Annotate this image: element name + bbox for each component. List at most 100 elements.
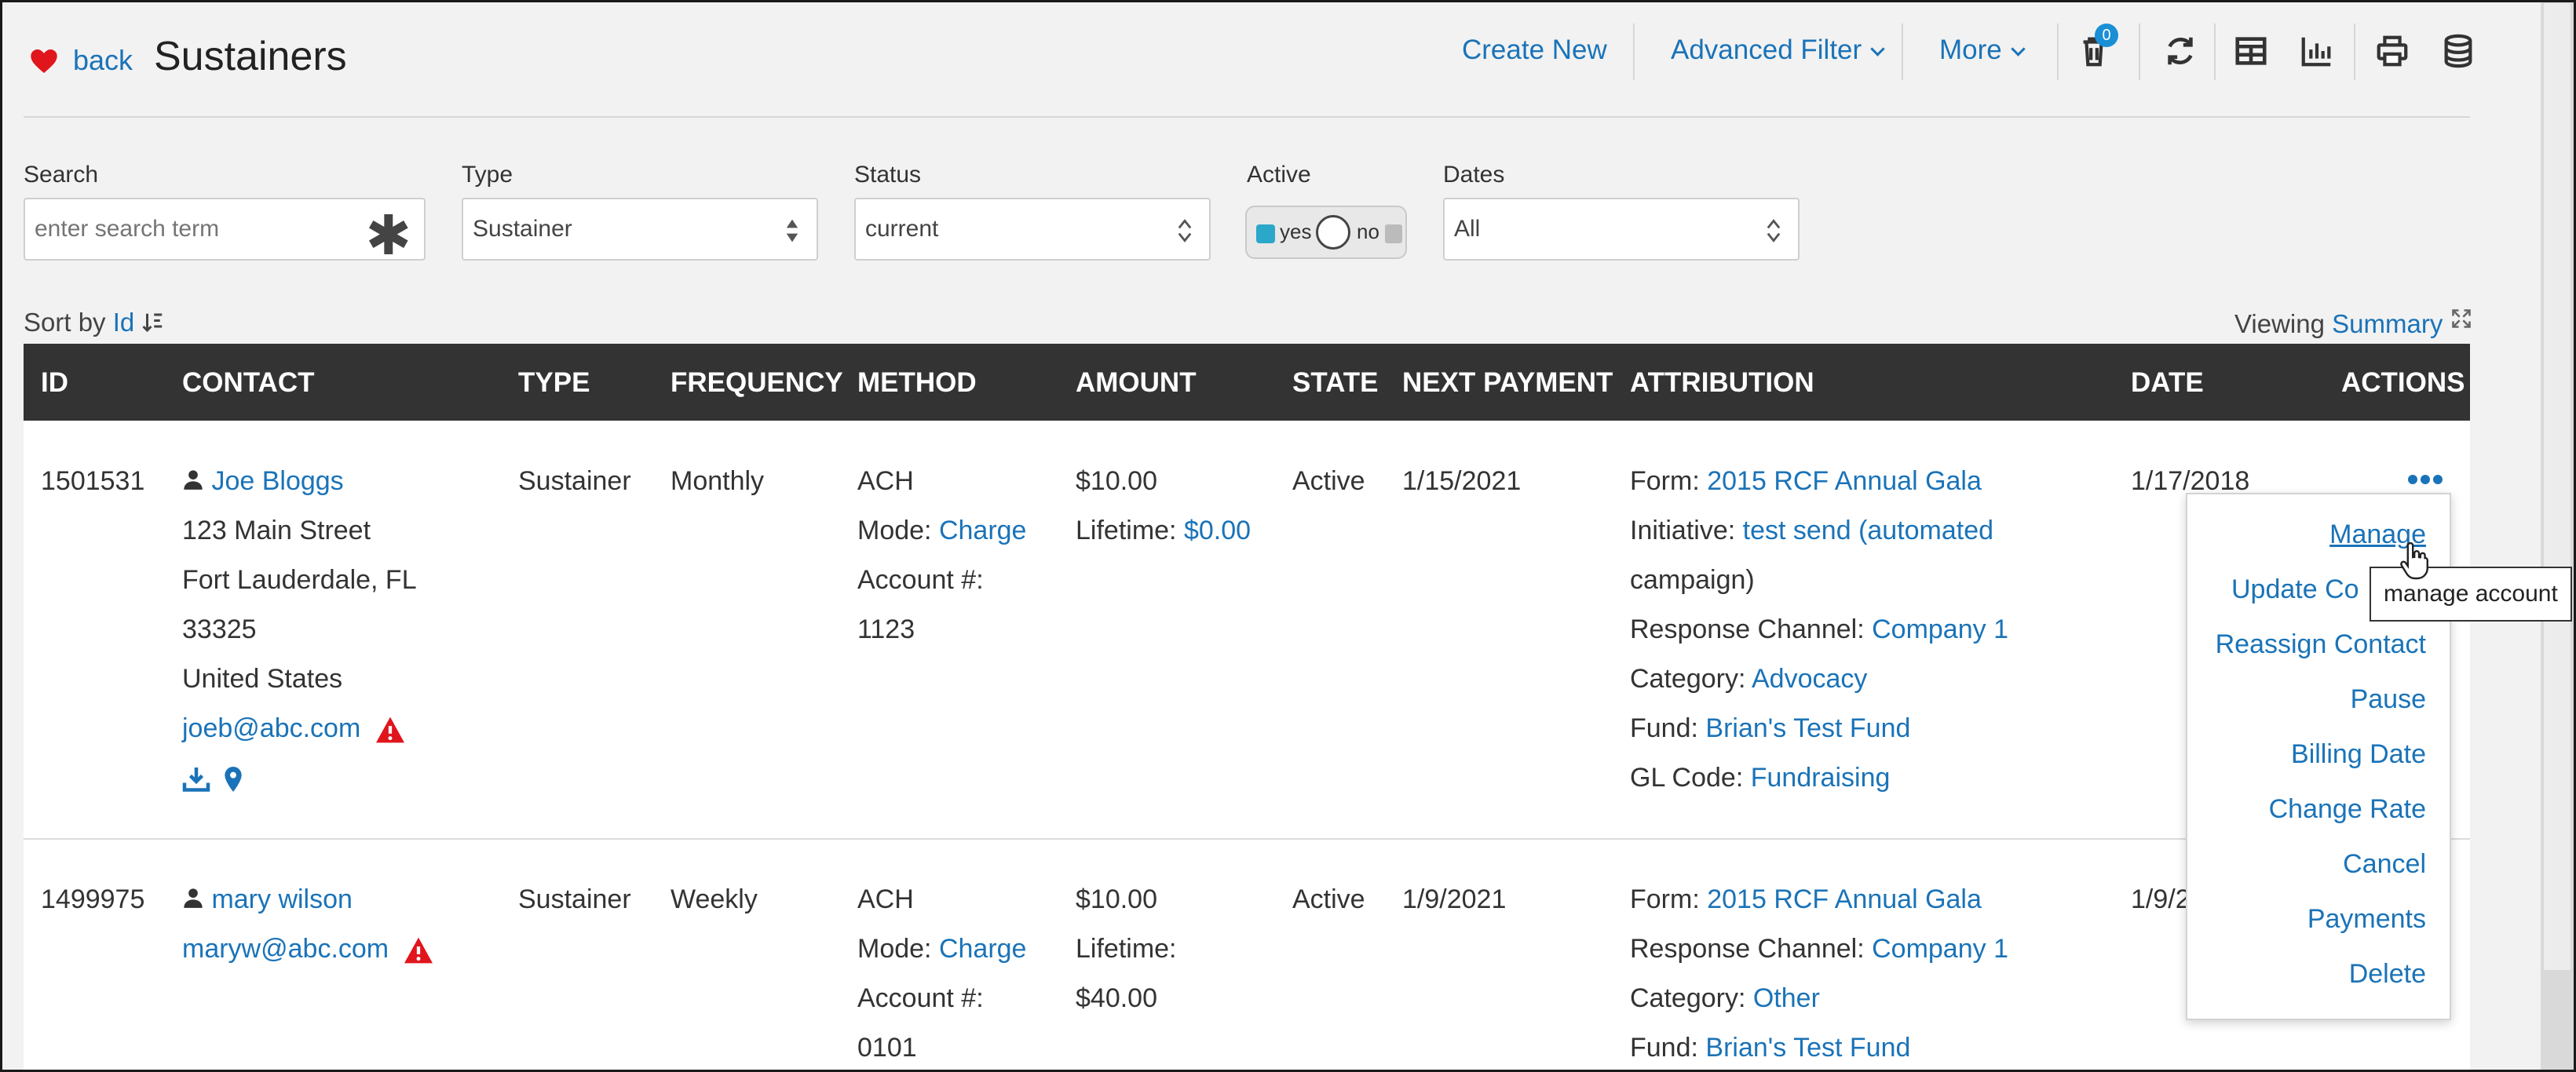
fund-link[interactable]: Brian's Test Fund [1705, 713, 1910, 743]
method-value: ACH [857, 884, 914, 914]
lifetime-link[interactable]: $0.00 [1184, 516, 1251, 545]
column-header-frequency[interactable]: FREQUENCY [670, 367, 843, 399]
channel-link[interactable]: Company 1 [1872, 614, 2008, 644]
menu-item-delete[interactable]: Delete [2349, 959, 2426, 990]
type-link[interactable]: Sustainer [518, 457, 631, 506]
refresh-icon[interactable] [2162, 33, 2198, 69]
mode-label: Mode: [857, 934, 932, 964]
trash-count-badge: 0 [2095, 24, 2118, 47]
lifetime-link[interactable]: $40.00 [1076, 974, 1157, 1023]
more-actions-icon[interactable] [2407, 474, 2443, 485]
sort-label: Sort by [24, 308, 106, 337]
column-header-amount[interactable]: AMOUNT [1076, 367, 1197, 399]
download-icon[interactable] [182, 765, 210, 793]
fund-link[interactable]: Brian's Test Fund [1705, 1033, 1910, 1063]
contact-name-link[interactable]: Joe Bloggs [211, 466, 343, 496]
type-link[interactable]: Sustainer [518, 875, 631, 924]
gl-link[interactable]: Fundraising [1751, 763, 1891, 793]
column-header-next-payment[interactable]: NEXT PAYMENT [1402, 367, 1613, 399]
create-new-button[interactable]: Create New [1462, 35, 1607, 66]
next-payment-link[interactable]: 1/9/2021 [1402, 875, 1506, 924]
menu-item-update-contact[interactable]: Update Co [2231, 574, 2359, 605]
back-link[interactable]: back [73, 44, 133, 77]
toolbar-divider [2057, 24, 2059, 80]
advanced-filter-label: Advanced Filter [1671, 35, 1862, 65]
initiative-link-continued[interactable]: campaign) [1630, 556, 1755, 605]
menu-item-cancel[interactable]: Cancel [2343, 849, 2426, 880]
channel-link[interactable]: Company 1 [1872, 934, 2008, 964]
state-link[interactable]: Active [1292, 457, 1365, 506]
address-line: Fort Lauderdale, FL [182, 565, 417, 595]
email-link[interactable]: maryw@abc.com [182, 934, 389, 964]
category-link[interactable]: Advocacy [1752, 664, 1867, 694]
dates-select[interactable]: All [1443, 198, 1800, 261]
sort-descending-icon[interactable] [141, 311, 165, 334]
search-field[interactable]: ✱ [24, 198, 426, 266]
bar-chart-icon[interactable] [2299, 33, 2335, 69]
toggle-knob[interactable] [1316, 215, 1350, 250]
more-dropdown[interactable]: More [1939, 35, 2026, 66]
form-link[interactable]: 2015 RCF Annual Gala [1707, 466, 1982, 496]
column-header-attribution[interactable]: ATTRIBUTION [1630, 367, 1814, 399]
contact-name-link[interactable]: mary wilson [211, 884, 352, 914]
search-input[interactable] [35, 216, 349, 242]
toolbar-divider [1633, 24, 1635, 80]
initiative-link[interactable]: test send (automated [1743, 516, 1993, 545]
status-select[interactable]: current [854, 198, 1211, 261]
attribution-category: Category: Other [1630, 974, 1820, 1023]
table-view-icon[interactable] [2233, 33, 2269, 69]
expand-icon[interactable] [2450, 308, 2472, 330]
next-payment-link[interactable]: 1/15/2021 [1402, 457, 1521, 506]
row-id-link[interactable]: 1499975 [41, 875, 144, 924]
mode-link[interactable]: Charge [939, 516, 1027, 545]
menu-item-pause[interactable]: Pause [2351, 684, 2426, 715]
menu-item-payments[interactable]: Payments [2307, 904, 2426, 935]
active-toggle[interactable]: yes no [1245, 206, 1407, 259]
column-header-contact[interactable]: CONTACT [182, 367, 315, 399]
advanced-filter-dropdown[interactable]: Advanced Filter [1671, 35, 1885, 66]
amount-link[interactable]: $10.00 [1076, 875, 1157, 924]
sort-field-link[interactable]: Id [113, 308, 135, 337]
asterisk-icon[interactable]: ✱ [365, 204, 411, 267]
email-link[interactable]: joeb@abc.com [182, 713, 360, 743]
attribution-gl-code: GL Code: Fundraising [1630, 753, 1890, 803]
type-select[interactable]: Sustainer [462, 198, 818, 261]
column-header-method[interactable]: METHOD [857, 367, 977, 399]
account-link[interactable]: 1123 [857, 605, 915, 655]
lifetime-label: Lifetime: [1076, 934, 1177, 964]
mode-label: Mode: [857, 516, 932, 545]
column-header-date[interactable]: DATE [2131, 367, 2204, 399]
category-link[interactable]: Other [1753, 983, 1820, 1013]
sort-control: Sort by Id [24, 308, 165, 337]
warning-icon[interactable] [403, 936, 434, 964]
column-header-type[interactable]: TYPE [518, 367, 590, 399]
form-label: Form: [1630, 884, 1700, 914]
map-pin-icon[interactable] [221, 765, 246, 793]
amount-link[interactable]: $10.00 [1076, 457, 1157, 506]
row-id-link[interactable]: 1501531 [41, 457, 144, 506]
menu-item-change-rate[interactable]: Change Rate [2269, 794, 2426, 825]
heart-icon[interactable] [28, 46, 60, 77]
active-no-label: no [1357, 220, 1379, 243]
attribution-channel: Response Channel: Company 1 [1630, 605, 2008, 655]
frequency-link[interactable]: Weekly [670, 875, 758, 924]
form-label: Form: [1630, 466, 1700, 496]
mode-link[interactable]: Charge [939, 934, 1027, 964]
menu-item-billing-date[interactable]: Billing Date [2291, 739, 2426, 770]
gl-label: GL Code: [1630, 763, 1744, 793]
form-link[interactable]: 2015 RCF Annual Gala [1707, 884, 1982, 914]
view-mode-link[interactable]: Summary [2332, 309, 2443, 338]
contact-name: mary wilson [182, 875, 353, 924]
print-icon[interactable] [2374, 33, 2410, 69]
state-link[interactable]: Active [1292, 875, 1365, 924]
menu-item-reassign-contact[interactable]: Reassign Contact [2216, 629, 2426, 660]
chevron-down-icon [1870, 42, 1885, 57]
column-header-id[interactable]: ID [41, 367, 68, 399]
frequency-link[interactable]: Monthly [670, 457, 764, 506]
account-link[interactable]: 0101 [857, 1023, 917, 1072]
warning-icon[interactable] [375, 716, 406, 744]
database-icon[interactable] [2440, 33, 2476, 69]
date-link[interactable]: 1/9/2 [2131, 875, 2191, 924]
scrollbar-thumb[interactable] [2544, 3, 2571, 970]
column-header-state[interactable]: STATE [1292, 367, 1379, 399]
